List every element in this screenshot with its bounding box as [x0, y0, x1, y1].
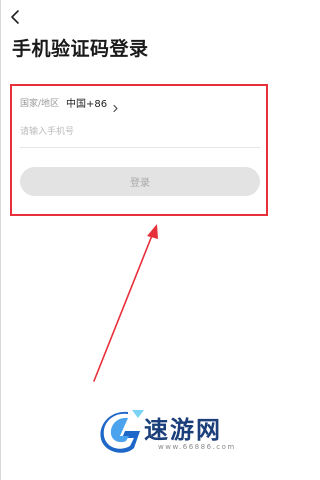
chevron-left-icon	[11, 10, 19, 24]
login-page: 手机验证码登录 国家/地区 中国+86 登录 速游网 www.66886.com	[0, 0, 278, 480]
brand-logo-icon	[100, 410, 144, 453]
screen-edge-divider	[0, 0, 1, 480]
country-code-value: 中国+86	[66, 98, 108, 110]
input-divider	[20, 147, 260, 148]
login-button[interactable]: 登录	[20, 167, 260, 196]
page-title: 手机验证码登录	[12, 38, 149, 60]
watermark: 速游网 www.66886.com	[98, 408, 268, 458]
watermark-url: www.66886.com	[158, 443, 236, 451]
phone-number-input[interactable]	[20, 123, 260, 141]
chevron-right-icon	[112, 98, 119, 112]
back-button[interactable]	[8, 8, 22, 26]
country-label: 国家/地区	[20, 98, 60, 109]
country-selector[interactable]: 国家/地区 中国+86	[20, 95, 119, 112]
watermark-brand-text: 速游网	[144, 416, 222, 444]
